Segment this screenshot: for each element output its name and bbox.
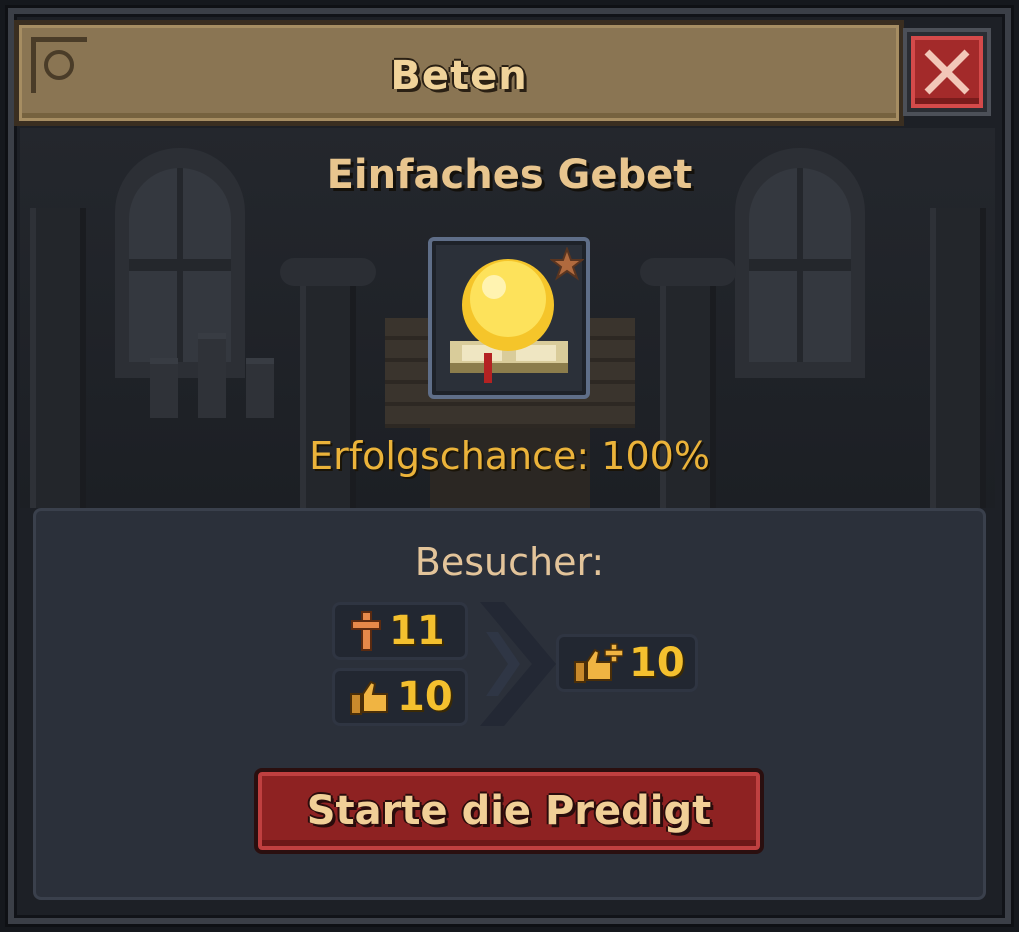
dialog-title: Beten (390, 53, 528, 99)
visitors-label: Besucher: (414, 540, 605, 584)
start-sermon-label: Starte die Predigt (306, 788, 712, 834)
success-chance: Erfolgschance: 100% (309, 434, 710, 478)
faith-stat: 11 (332, 602, 468, 660)
close-icon (924, 49, 970, 95)
chevron-right-icon (480, 602, 556, 726)
result-stat: 10 (556, 634, 698, 692)
star-icon (550, 247, 584, 281)
result-value: 10 (629, 640, 685, 686)
close-button[interactable] (903, 28, 991, 116)
prayer-name: Einfaches Gebet (326, 152, 693, 198)
start-sermon-button[interactable]: Starte die Predigt (254, 768, 764, 854)
title-bar: Beten (14, 20, 904, 126)
cross-icon (351, 611, 381, 651)
likes-value: 10 (397, 674, 453, 720)
prayer-item-slot[interactable] (428, 237, 590, 399)
thumbs-up-plus-icon (574, 643, 623, 683)
faith-value: 11 (389, 608, 445, 654)
thumbs-up-icon (350, 680, 388, 715)
likes-stat: 10 (332, 668, 468, 726)
